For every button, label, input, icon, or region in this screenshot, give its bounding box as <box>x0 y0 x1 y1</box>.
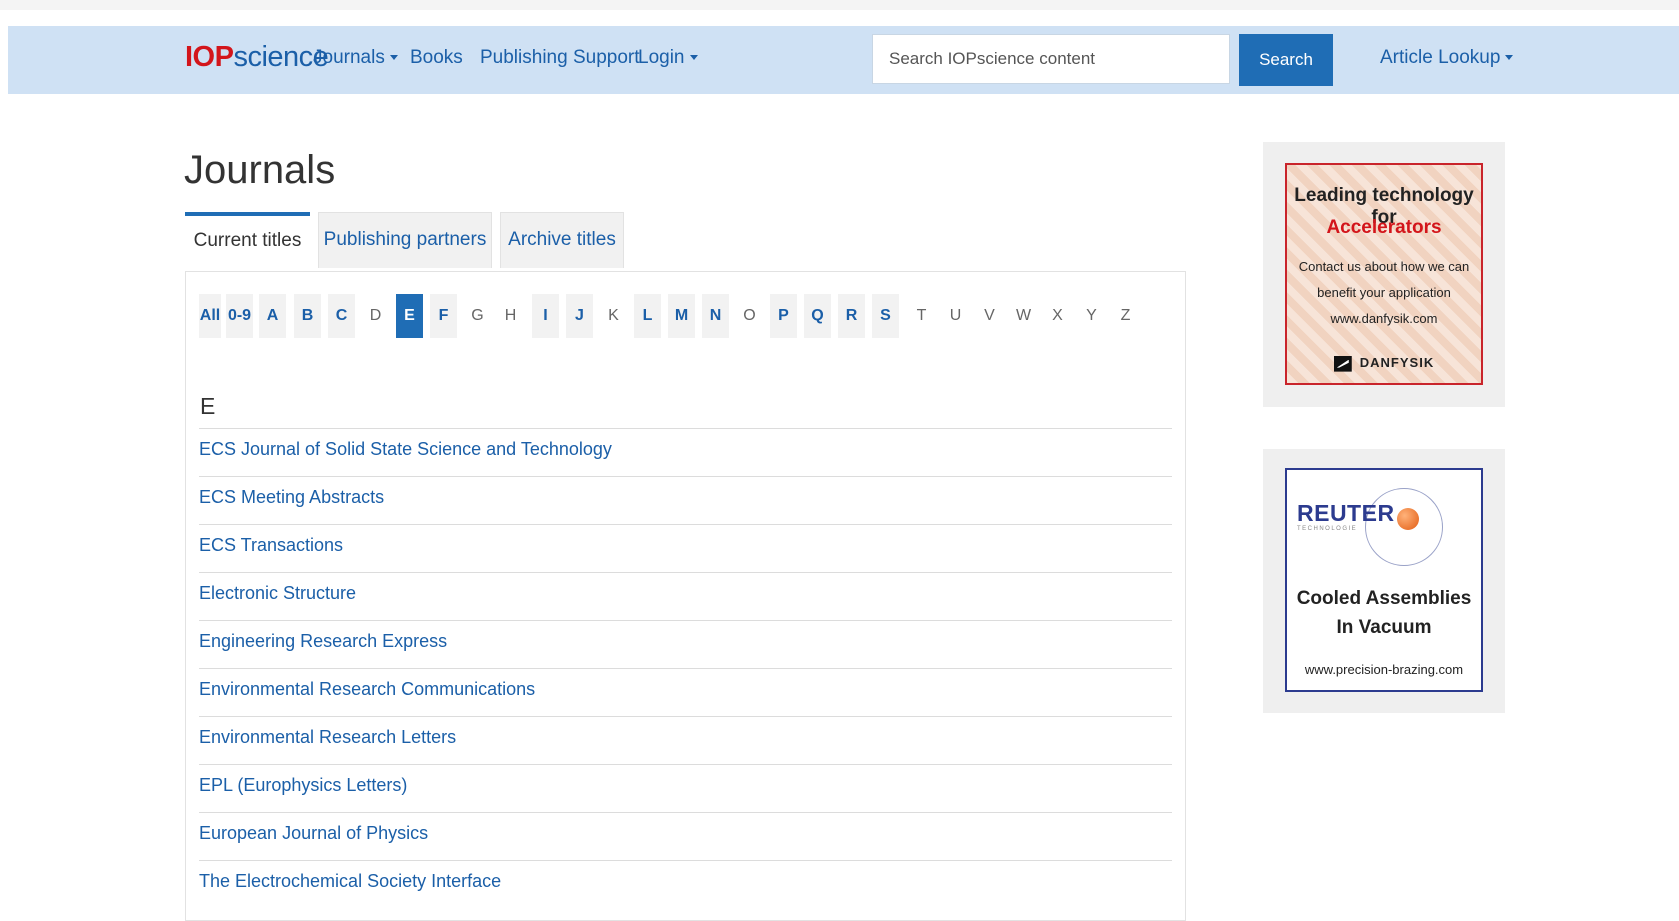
top-navbar: IOPscience Journals Books Publishing Sup… <box>8 26 1679 94</box>
journal-list-item: ECS Transactions <box>199 524 1172 572</box>
letter-filter-j[interactable]: J <box>566 294 593 338</box>
ad-slot-bottom: REUTER TECHNOLOGIE Cooled Assemblies In … <box>1263 449 1505 713</box>
ad-url: www.precision-brazing.com <box>1304 662 1464 677</box>
journal-link[interactable]: ECS Transactions <box>199 535 343 556</box>
letter-filter-all[interactable]: All <box>199 294 221 338</box>
reuter-logo-subtext: TECHNOLOGIE <box>1297 526 1358 532</box>
ad-headline-2: In Vacuum <box>1336 617 1432 638</box>
journal-list-item: Environmental Research Communications <box>199 668 1172 716</box>
ad-url: www.danfysik.com <box>1330 311 1438 326</box>
logo-iop-text: IOP <box>185 41 234 73</box>
chevron-down-icon <box>389 55 398 61</box>
letter-filter-s[interactable]: S <box>872 294 899 338</box>
section-letter-heading: E <box>200 393 216 419</box>
journal-list-item: ECS Journal of Solid State Science and T… <box>199 428 1172 476</box>
tab-current-titles[interactable]: Current titles <box>185 212 310 268</box>
article-lookup-label: Article Lookup <box>1380 47 1501 68</box>
letter-filter-0-9[interactable]: 0-9 <box>226 294 253 338</box>
journal-list-item: European Journal of Physics <box>199 812 1172 860</box>
letter-filter-v: V <box>984 307 995 324</box>
journals-menu[interactable]: Journals <box>313 47 398 69</box>
search-input[interactable] <box>872 34 1230 84</box>
journal-link[interactable]: European Journal of Physics <box>199 823 428 844</box>
journal-link[interactable]: The Electrochemical Society Interface <box>199 871 501 892</box>
letter-filter-k: K <box>608 307 619 324</box>
journal-link[interactable]: Environmental Research Communications <box>199 679 535 700</box>
letter-filter-c[interactable]: C <box>328 294 355 338</box>
reuter-ad[interactable]: REUTER TECHNOLOGIE Cooled Assemblies In … <box>1285 468 1483 692</box>
letter-filter-z: Z <box>1120 307 1131 324</box>
letter-filter-h: H <box>504 307 517 324</box>
letter-filter-y: Y <box>1086 307 1097 324</box>
tab-archive-titles[interactable]: Archive titles <box>500 212 624 268</box>
ad-headline: Cooled Assemblies <box>1296 588 1472 609</box>
journal-list-item: The Electrochemical Society Interface <box>199 860 1172 908</box>
journal-list-item: EPL (Europhysics Letters) <box>199 764 1172 812</box>
orange-orb-icon <box>1397 508 1419 530</box>
journal-list-item: ECS Meeting Abstracts <box>199 476 1172 524</box>
letter-filter-q[interactable]: Q <box>804 294 831 338</box>
login-menu-label: Login <box>638 47 685 68</box>
reuter-logo-text: REUTER <box>1297 500 1395 526</box>
danfysik-ad[interactable]: Leading technology for Accelerators Cont… <box>1285 163 1483 385</box>
top-strip <box>0 0 1679 10</box>
ad-text-line: Contact us about how we can <box>1298 259 1470 274</box>
chevron-down-icon <box>689 55 698 61</box>
page-title: Journals <box>184 148 336 192</box>
journal-list-item: Electronic Structure <box>199 572 1172 620</box>
iopscience-logo[interactable]: IOPscience <box>185 41 329 74</box>
letter-filter-b[interactable]: B <box>294 294 321 338</box>
letter-filter-w: W <box>1015 307 1032 324</box>
ad-slot-top: Leading technology for Accelerators Cont… <box>1263 142 1505 407</box>
chevron-down-icon <box>1505 55 1514 61</box>
letter-filter-f[interactable]: F <box>430 294 457 338</box>
search-button[interactable]: Search <box>1239 34 1333 86</box>
tab-publishing-partners[interactable]: Publishing partners <box>318 212 492 268</box>
ad-text-line: benefit your application <box>1317 285 1451 300</box>
letter-filter-n[interactable]: N <box>702 294 729 338</box>
books-link[interactable]: Books <box>410 47 463 69</box>
letter-filter-o: O <box>743 307 756 324</box>
letter-filter-a[interactable]: A <box>259 294 286 338</box>
journal-link[interactable]: Electronic Structure <box>199 583 356 604</box>
journal-list-item: Engineering Research Express <box>199 620 1172 668</box>
journal-list: ECS Journal of Solid State Science and T… <box>199 428 1172 908</box>
login-menu[interactable]: Login <box>638 47 698 69</box>
article-lookup-menu[interactable]: Article Lookup <box>1380 47 1514 69</box>
letter-filter-r[interactable]: R <box>838 294 865 338</box>
letter-filter-l[interactable]: L <box>634 294 661 338</box>
letter-filter-u: U <box>949 307 962 324</box>
journal-link[interactable]: Environmental Research Letters <box>199 727 456 748</box>
danfysik-brand: DANFYSIK <box>1287 355 1481 372</box>
letter-filter-m[interactable]: M <box>668 294 695 338</box>
letter-filter-d: D <box>369 307 382 324</box>
letter-filter-p[interactable]: P <box>770 294 797 338</box>
ad-highlight: Accelerators <box>1326 217 1442 238</box>
letter-filter-t: T <box>916 307 927 324</box>
letter-filter-g: G <box>471 307 484 324</box>
journals-menu-label: Journals <box>313 47 385 68</box>
letter-filter-i[interactable]: I <box>532 294 559 338</box>
journal-link[interactable]: ECS Journal of Solid State Science and T… <box>199 439 612 460</box>
journal-list-item: Environmental Research Letters <box>199 716 1172 764</box>
journal-link[interactable]: Engineering Research Express <box>199 631 447 652</box>
letter-filter-x: X <box>1052 307 1063 324</box>
journal-link[interactable]: EPL (Europhysics Letters) <box>199 775 407 796</box>
journal-link[interactable]: ECS Meeting Abstracts <box>199 487 384 508</box>
publishing-support-link[interactable]: Publishing Support <box>480 47 640 69</box>
letter-filter-e[interactable]: E <box>396 294 423 338</box>
danfysik-brand-text: DANFYSIK <box>1359 355 1435 370</box>
danfysik-logo-icon <box>1333 355 1352 372</box>
